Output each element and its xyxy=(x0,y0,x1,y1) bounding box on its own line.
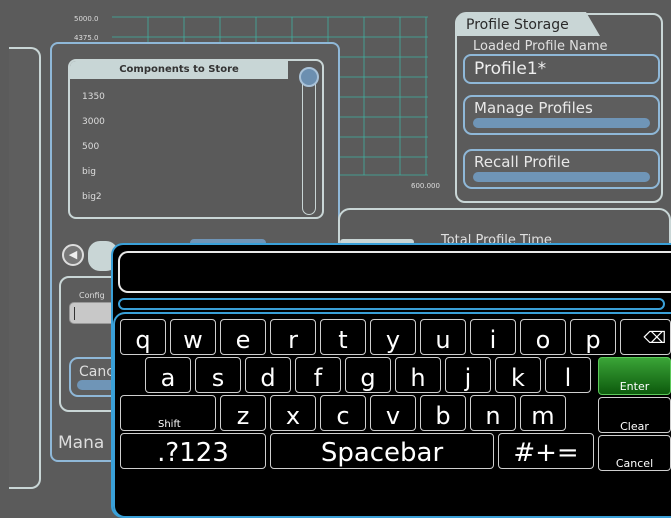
enter-key[interactable]: Enter xyxy=(598,357,671,395)
key-w[interactable]: w xyxy=(170,319,216,355)
components-scroll-thumb[interactable] xyxy=(299,67,319,87)
key-a[interactable]: a xyxy=(145,357,191,393)
key-d[interactable]: d xyxy=(245,357,291,393)
component-item[interactable]: 500 xyxy=(70,135,322,160)
profile-storage-title: Profile Storage xyxy=(456,12,600,36)
key-l[interactable]: l xyxy=(545,357,591,393)
cancel-key[interactable]: Cancel xyxy=(598,435,671,471)
key-y[interactable]: y xyxy=(370,319,416,355)
key-u[interactable]: u xyxy=(420,319,466,355)
more-symbols-key[interactable]: #+= xyxy=(498,433,594,469)
key-m[interactable]: m xyxy=(520,395,566,431)
key-t[interactable]: t xyxy=(320,319,366,355)
component-item[interactable]: 3000 xyxy=(70,110,322,135)
key-g[interactable]: g xyxy=(345,357,391,393)
left-side-panel xyxy=(9,47,41,489)
key-i[interactable]: i xyxy=(470,319,516,355)
components-list-title: Components to Store xyxy=(70,61,288,79)
keyboard-text-input[interactable] xyxy=(118,251,671,293)
symbols-key[interactable]: .?123 xyxy=(120,433,266,469)
key-c[interactable]: c xyxy=(320,395,366,431)
components-list-panel: Components to Store 1350 3000 500 big bi… xyxy=(68,59,324,219)
key-f[interactable]: f xyxy=(295,357,341,393)
config-label: Config xyxy=(79,291,105,300)
manage-profiles-button[interactable]: Manage Profiles xyxy=(463,95,660,135)
key-q[interactable]: q xyxy=(120,319,166,355)
components-scrollbar[interactable] xyxy=(302,69,316,215)
recall-profile-label: Recall Profile xyxy=(474,153,571,171)
recall-profile-button[interactable]: Recall Profile xyxy=(463,149,660,189)
component-item[interactable]: big2 xyxy=(70,185,322,210)
key-k[interactable]: k xyxy=(495,357,541,393)
key-r[interactable]: r xyxy=(270,319,316,355)
button-highlight-bar xyxy=(473,118,650,128)
button-highlight-bar xyxy=(473,172,650,182)
chart-y-tick-2: 4375.0 xyxy=(74,34,99,42)
chart-x-tick-end: 600.000 xyxy=(411,182,440,190)
component-item[interactable]: big xyxy=(70,160,322,185)
clear-key[interactable]: Clear xyxy=(598,397,671,433)
loaded-profile-label: Loaded Profile Name xyxy=(473,39,608,54)
key-s[interactable]: s xyxy=(195,357,241,393)
key-z[interactable]: z xyxy=(220,395,266,431)
app-root: 5000.0 4375.0 600.000 Components to Stor… xyxy=(0,0,671,518)
key-o[interactable]: o xyxy=(520,319,566,355)
key-e[interactable]: e xyxy=(220,319,266,355)
backspace-key[interactable]: ⌫ xyxy=(620,319,671,355)
back-arrow-icon[interactable]: ◀ xyxy=(62,244,84,266)
component-item[interactable]: 1350 xyxy=(70,85,322,110)
key-b[interactable]: b xyxy=(420,395,466,431)
key-h[interactable]: h xyxy=(395,357,441,393)
backspace-icon: ⌫ xyxy=(643,328,666,347)
manage-profiles-label: Manage Profiles xyxy=(474,99,593,117)
key-v[interactable]: v xyxy=(370,395,416,431)
manage-label: Mana xyxy=(58,433,105,453)
key-j[interactable]: j xyxy=(445,357,491,393)
key-p[interactable]: p xyxy=(570,319,616,355)
shift-key[interactable]: Shift xyxy=(120,395,216,431)
key-n[interactable]: n xyxy=(470,395,516,431)
chart-y-tick-max: 5000.0 xyxy=(74,15,99,23)
keyboard-suggestion-strip xyxy=(118,298,665,310)
loaded-profile-field[interactable]: Profile1* xyxy=(463,54,660,84)
spacebar-key[interactable]: Spacebar xyxy=(270,433,494,469)
key-x[interactable]: x xyxy=(270,395,316,431)
